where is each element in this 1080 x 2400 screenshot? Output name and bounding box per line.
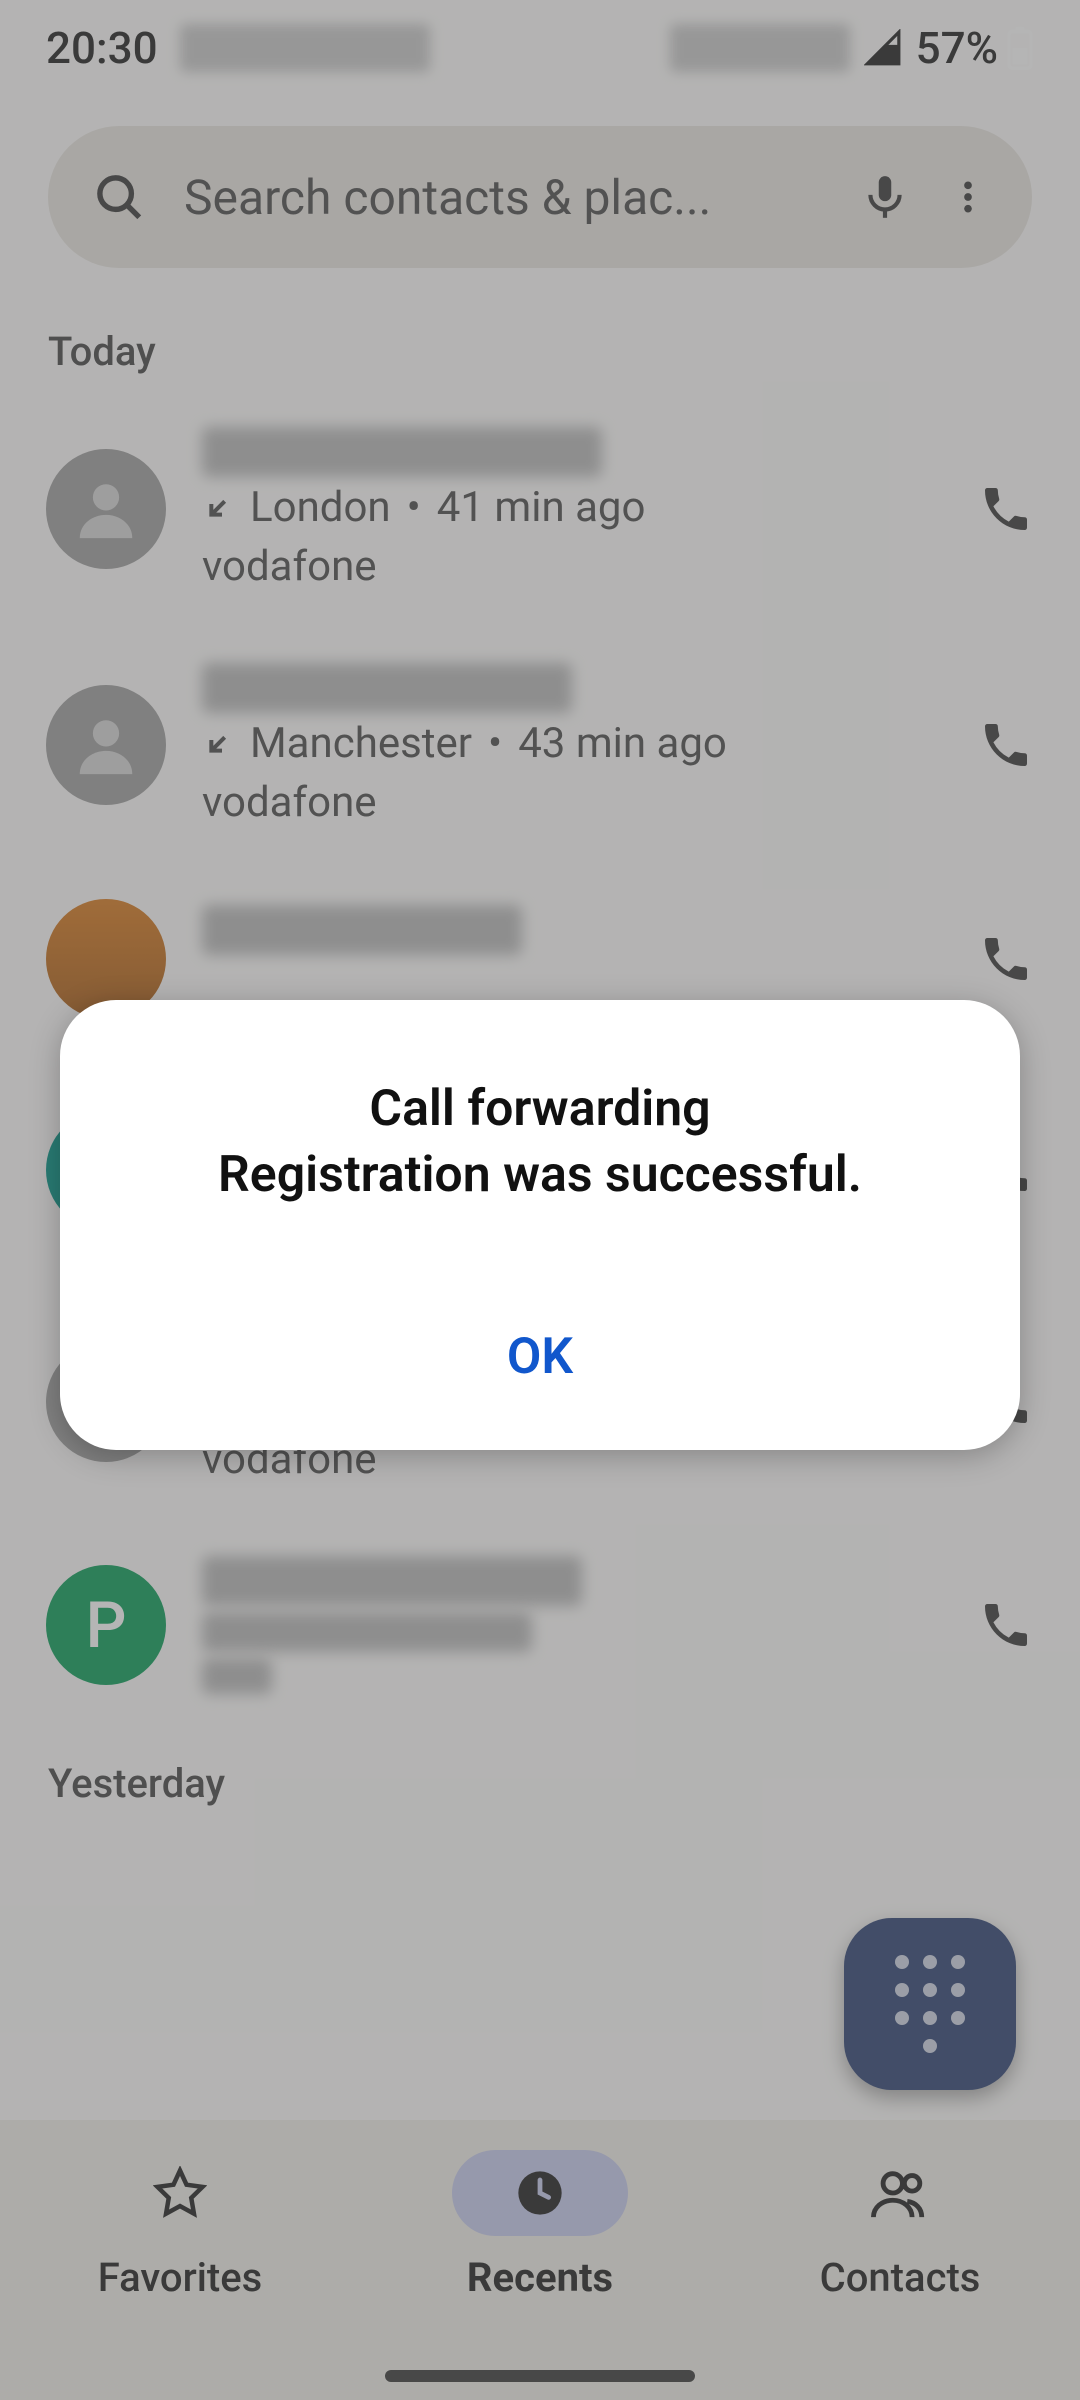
dialog-ok-button[interactable]: OK <box>477 1318 603 1396</box>
star-icon <box>153 2166 207 2220</box>
call-info <box>202 905 942 1013</box>
clock-icon <box>514 2167 566 2219</box>
section-yesterday: Yesterday <box>48 1760 1032 1807</box>
call-info: Manchester • 43 min ago vodafone <box>202 663 942 827</box>
nav-label-recents: Recents <box>467 2254 613 2301</box>
call-button[interactable] <box>978 481 1034 537</box>
dialpad-fab[interactable] <box>844 1918 1016 2090</box>
call-subline: Manchester • 43 min ago <box>202 719 942 768</box>
call-row[interactable]: P <box>46 1520 1034 1730</box>
avatar[interactable]: P <box>46 1565 166 1685</box>
call-carrier: vodafone <box>202 778 942 827</box>
caller-name-redacted <box>202 427 602 477</box>
incoming-icon <box>202 728 234 760</box>
call-time: 41 min ago <box>437 483 646 532</box>
call-sub-redacted <box>202 1612 532 1652</box>
dialog-message: Call forwarding Registration was success… <box>110 1076 970 1208</box>
signal-icon <box>864 29 902 67</box>
incoming-icon <box>202 492 234 524</box>
status-right: 57% <box>670 22 1034 74</box>
mic-icon[interactable] <box>860 172 910 222</box>
people-icon <box>871 2166 929 2220</box>
call-button[interactable] <box>978 931 1034 987</box>
nav-label-contacts: Contacts <box>820 2254 981 2301</box>
search-bar[interactable]: Search contacts & plac... <box>48 126 1032 268</box>
call-info: London • 41 min ago vodafone <box>202 427 942 591</box>
nav-label-favorites: Favorites <box>98 2254 263 2301</box>
search-placeholder: Search contacts & plac... <box>184 169 822 226</box>
avatar[interactable] <box>46 449 166 569</box>
avatar[interactable] <box>46 685 166 805</box>
call-button[interactable] <box>978 717 1034 773</box>
call-location: London <box>250 483 391 532</box>
status-sys-icons <box>670 24 850 72</box>
battery-indicator: 57% <box>916 22 1034 74</box>
status-time: 20:30 <box>46 22 158 74</box>
caller-name-redacted <box>202 1556 582 1606</box>
nav-favorites[interactable]: Favorites <box>2 2150 358 2301</box>
status-left: 20:30 <box>46 22 430 74</box>
status-bar: 20:30 57% <box>0 0 1080 96</box>
section-today: Today <box>48 328 1032 375</box>
home-handle[interactable] <box>385 2370 695 2382</box>
avatar-letter: P <box>86 1588 127 1663</box>
caller-name-redacted <box>202 905 522 955</box>
call-subline <box>202 961 942 1003</box>
bottom-nav: Favorites Recents Contacts <box>0 2120 1080 2400</box>
battery-pct: 57% <box>916 22 998 74</box>
call-info <box>202 1556 942 1694</box>
call-forwarding-dialog: Call forwarding Registration was success… <box>60 1000 1020 1450</box>
more-icon[interactable] <box>948 172 988 222</box>
dialpad-icon <box>895 1955 965 2053</box>
call-row[interactable]: London • 41 min ago vodafone <box>46 391 1034 627</box>
status-notif-icons <box>180 24 430 72</box>
search-icon <box>92 170 146 224</box>
nav-recents[interactable]: Recents <box>362 2150 718 2301</box>
call-carrier: vodafone <box>202 542 942 591</box>
call-subline: London • 41 min ago <box>202 483 942 532</box>
call-location: Manchester <box>250 719 472 768</box>
call-carrier-redacted <box>202 1658 272 1694</box>
call-time: 43 min ago <box>518 719 727 768</box>
caller-name-redacted <box>202 663 572 713</box>
nav-contacts[interactable]: Contacts <box>722 2150 1078 2301</box>
call-row[interactable]: Manchester • 43 min ago vodafone <box>46 627 1034 863</box>
call-button[interactable] <box>978 1597 1034 1653</box>
